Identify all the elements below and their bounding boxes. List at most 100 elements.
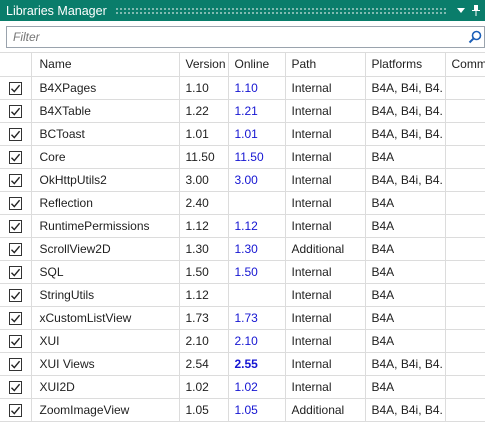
library-name: B4XTable bbox=[31, 99, 180, 123]
library-platforms: B4A bbox=[365, 375, 446, 399]
header-platforms[interactable]: Platforms bbox=[365, 53, 446, 77]
library-platforms: B4A bbox=[365, 145, 446, 169]
library-platforms: B4A bbox=[365, 329, 446, 353]
table-row[interactable]: OkHttpUtils2 3.00 3.00 Internal B4A, B4i, B4… bbox=[0, 168, 485, 192]
library-checkbox[interactable] bbox=[8, 81, 22, 95]
row-checkbox-cell[interactable] bbox=[0, 76, 32, 100]
row-checkbox-cell[interactable] bbox=[0, 260, 32, 284]
window-title: Libraries Manager bbox=[6, 3, 107, 18]
dropdown-arrow-icon[interactable] bbox=[455, 0, 467, 21]
library-checkbox[interactable] bbox=[8, 196, 22, 210]
library-online-version[interactable]: 1.12 bbox=[228, 214, 286, 238]
library-comments bbox=[445, 168, 485, 192]
table-row[interactable]: BCToast 1.01 1.01 Internal B4A, B4i, B4. bbox=[0, 122, 485, 146]
library-version: 2.54 bbox=[179, 352, 229, 376]
library-name: Core bbox=[31, 145, 180, 169]
library-comments bbox=[445, 352, 485, 376]
library-online-version[interactable]: 1.30 bbox=[228, 237, 286, 261]
row-checkbox-cell[interactable] bbox=[0, 99, 32, 123]
header-checkbox-column[interactable] bbox=[0, 53, 32, 77]
table-row[interactable]: ScrollView2D 1.30 1.30 Additional B4A bbox=[0, 237, 485, 261]
header-version[interactable]: Version bbox=[179, 53, 229, 77]
row-checkbox-cell[interactable] bbox=[0, 214, 32, 238]
library-online-version[interactable]: 1.01 bbox=[228, 122, 286, 146]
library-online-version[interactable]: 2.10 bbox=[228, 329, 286, 353]
library-online-version[interactable] bbox=[228, 283, 286, 307]
table-row[interactable]: ZoomImageView 1.05 1.05 Additional B4A, B4i,… bbox=[0, 398, 485, 422]
library-checkbox[interactable] bbox=[8, 173, 22, 187]
library-checkbox[interactable] bbox=[8, 242, 22, 256]
row-checkbox-cell[interactable] bbox=[0, 237, 32, 261]
library-comments bbox=[445, 375, 485, 399]
table-row[interactable]: SQL 1.50 1.50 Internal B4A bbox=[0, 260, 485, 284]
table-row[interactable]: XUI2D 1.02 1.02 Internal B4A bbox=[0, 375, 485, 399]
header-path[interactable]: Path bbox=[285, 53, 366, 77]
library-version: 2.40 bbox=[179, 191, 229, 215]
search-icon[interactable] bbox=[466, 28, 484, 46]
header-name[interactable]: Name bbox=[31, 53, 180, 77]
library-checkbox[interactable] bbox=[8, 127, 22, 141]
table-row[interactable]: B4XTable 1.22 1.21 Internal B4A, B4i, B4. bbox=[0, 99, 485, 123]
row-checkbox-cell[interactable] bbox=[0, 168, 32, 192]
library-name: xCustomListView bbox=[31, 306, 180, 330]
table-row[interactable]: B4XPages 1.10 1.10 Internal B4A, B4i, B4. bbox=[0, 76, 485, 100]
library-online-version[interactable]: 3.00 bbox=[228, 168, 286, 192]
library-checkbox[interactable] bbox=[8, 104, 22, 118]
filter-box[interactable] bbox=[6, 26, 485, 48]
row-checkbox-cell[interactable] bbox=[0, 306, 32, 330]
table-row[interactable]: XUI Views 2.54 2.55 Internal B4A, B4i, B4. bbox=[0, 352, 485, 376]
row-checkbox-cell[interactable] bbox=[0, 398, 32, 422]
library-online-version[interactable]: 1.05 bbox=[228, 398, 286, 422]
library-online-version[interactable]: 1.50 bbox=[228, 260, 286, 284]
library-comments bbox=[445, 122, 485, 146]
table-row[interactable]: StringUtils 1.12 Internal B4A bbox=[0, 283, 485, 307]
library-path: Internal bbox=[285, 145, 366, 169]
library-online-version[interactable] bbox=[228, 191, 286, 215]
library-platforms: B4A bbox=[365, 191, 446, 215]
pin-icon[interactable] bbox=[470, 0, 482, 21]
library-path: Internal bbox=[285, 168, 366, 192]
library-online-version[interactable]: 11.50 bbox=[228, 145, 286, 169]
library-online-version[interactable]: 1.73 bbox=[228, 306, 286, 330]
library-path: Internal bbox=[285, 122, 366, 146]
library-path: Internal bbox=[285, 191, 366, 215]
header-online[interactable]: Online bbox=[228, 53, 286, 77]
title-bar[interactable]: Libraries Manager bbox=[0, 0, 485, 21]
row-checkbox-cell[interactable] bbox=[0, 145, 32, 169]
libraries-grid[interactable]: Name Version Online Path Platforms Comm … bbox=[0, 52, 485, 422]
library-checkbox[interactable] bbox=[8, 311, 22, 325]
library-version: 1.02 bbox=[179, 375, 229, 399]
library-name: XUI Views bbox=[31, 352, 180, 376]
row-checkbox-cell[interactable] bbox=[0, 329, 32, 353]
library-platforms: B4A, B4i, B4. bbox=[365, 122, 446, 146]
library-online-version[interactable]: 1.21 bbox=[228, 99, 286, 123]
library-comments bbox=[445, 306, 485, 330]
library-checkbox[interactable] bbox=[8, 219, 22, 233]
library-online-version[interactable]: 1.02 bbox=[228, 375, 286, 399]
library-checkbox[interactable] bbox=[8, 334, 22, 348]
library-checkbox[interactable] bbox=[8, 357, 22, 371]
library-path: Internal bbox=[285, 99, 366, 123]
library-version: 1.10 bbox=[179, 76, 229, 100]
library-checkbox[interactable] bbox=[8, 403, 22, 417]
library-platforms: B4A, B4i, B4. bbox=[365, 352, 446, 376]
table-row[interactable]: RuntimePermissions 1.12 1.12 Internal B4A bbox=[0, 214, 485, 238]
row-checkbox-cell[interactable] bbox=[0, 283, 32, 307]
library-online-version[interactable]: 2.55 bbox=[228, 352, 286, 376]
table-row[interactable]: Core 11.50 11.50 Internal B4A bbox=[0, 145, 485, 169]
table-row[interactable]: XUI 2.10 2.10 Internal B4A bbox=[0, 329, 485, 353]
library-online-version[interactable]: 1.10 bbox=[228, 76, 286, 100]
row-checkbox-cell[interactable] bbox=[0, 191, 32, 215]
row-checkbox-cell[interactable] bbox=[0, 375, 32, 399]
row-checkbox-cell[interactable] bbox=[0, 122, 32, 146]
table-row[interactable]: xCustomListView 1.73 1.73 Internal B4A bbox=[0, 306, 485, 330]
library-checkbox[interactable] bbox=[8, 288, 22, 302]
library-checkbox[interactable] bbox=[8, 380, 22, 394]
library-checkbox[interactable] bbox=[8, 265, 22, 279]
table-row[interactable]: Reflection 2.40 Internal B4A bbox=[0, 191, 485, 215]
filter-input[interactable] bbox=[7, 28, 466, 46]
row-checkbox-cell[interactable] bbox=[0, 352, 32, 376]
header-comments[interactable]: Comm bbox=[445, 53, 485, 77]
library-platforms: B4A bbox=[365, 214, 446, 238]
library-checkbox[interactable] bbox=[8, 150, 22, 164]
